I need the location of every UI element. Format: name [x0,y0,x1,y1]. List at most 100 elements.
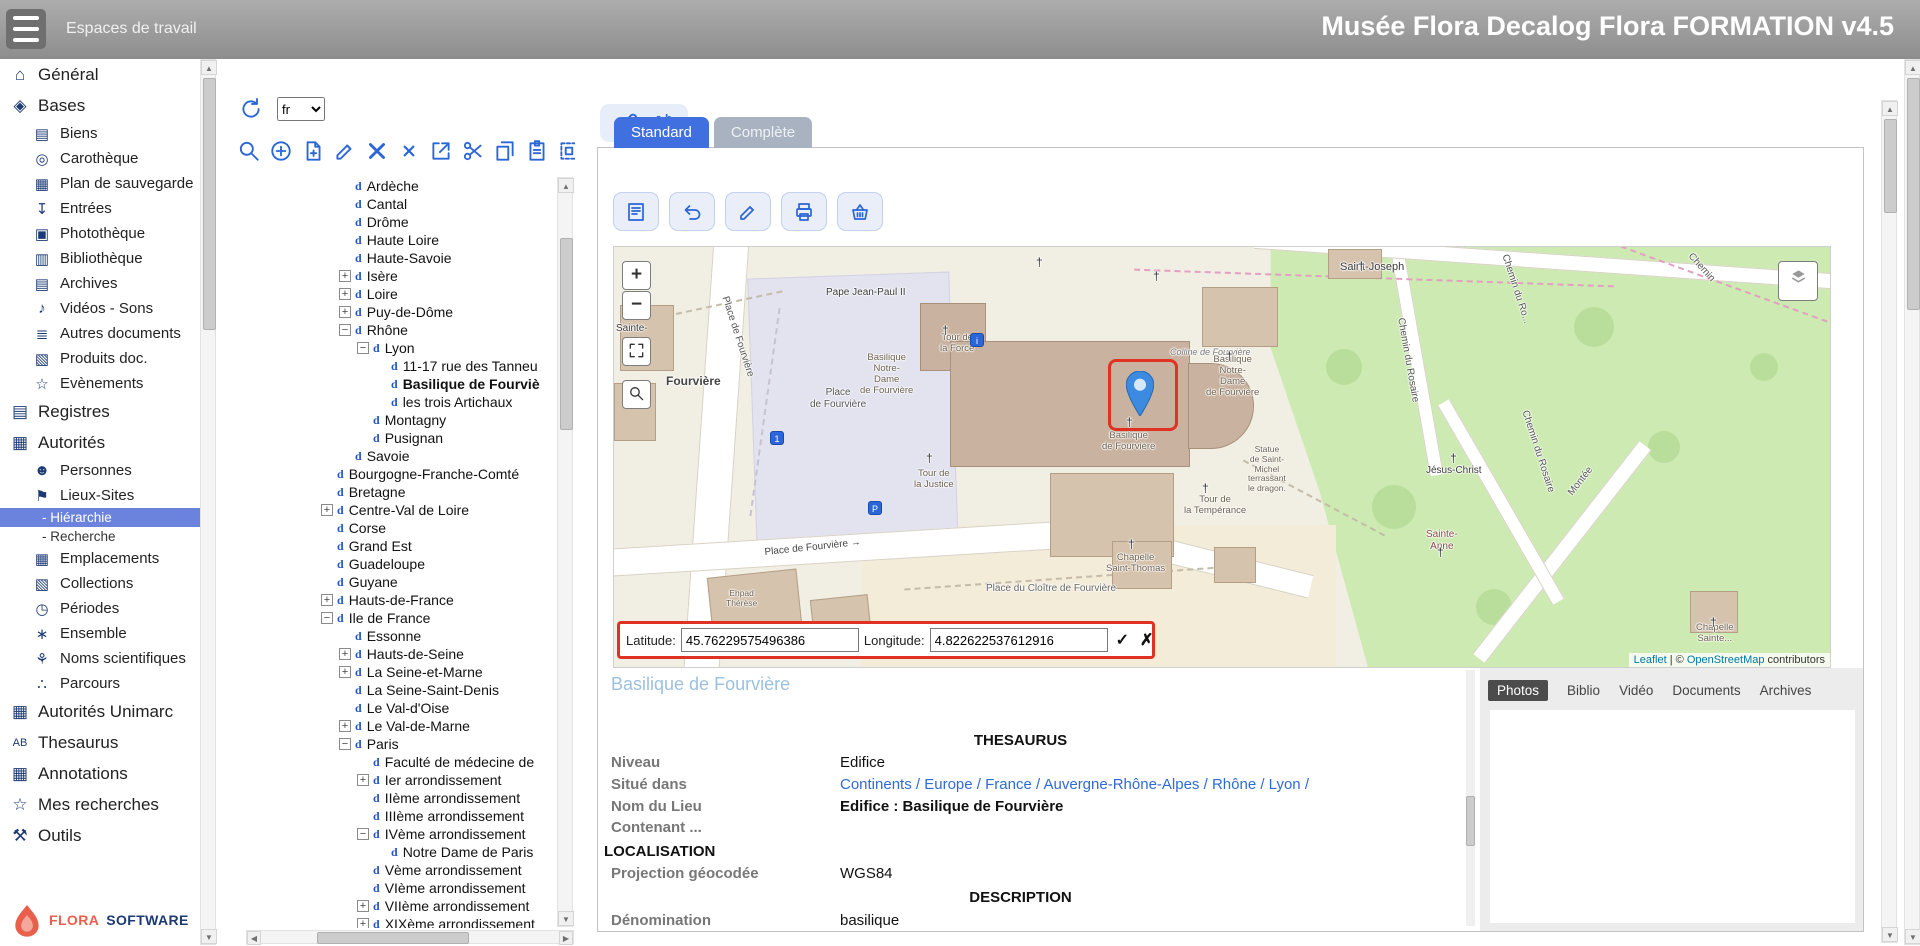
sidebar-item-videos-sons[interactable]: ♪Vidéos - Sons [0,296,200,321]
tree-item[interactable]: dCantal [217,195,555,213]
media-tab-photos[interactable]: Photos [1488,680,1548,701]
sidebar-item-ensemble[interactable]: ∗Ensemble [0,621,200,646]
tree-item[interactable]: dVème arrondissement [217,861,555,879]
sidebar-item-phototheque[interactable]: ▣Photothèque [0,221,200,246]
tree-item[interactable]: dMontagny [217,411,555,429]
fullscreen-button[interactable] [622,337,651,366]
expand-toggle-icon[interactable]: − [321,612,333,624]
basket-button[interactable] [837,192,883,231]
export-icon[interactable] [429,139,453,163]
tree-item[interactable]: dEssonne [217,627,555,645]
refresh-icon[interactable] [239,97,263,121]
expand-toggle-icon[interactable]: + [339,288,351,300]
sidebar-item-outils[interactable]: ⚒Outils [0,820,200,851]
sidebar-item-mes-recherches[interactable]: ☆Mes recherches [0,789,200,820]
tree-item[interactable]: +dPuy-de-Dôme [217,303,555,321]
tree-item[interactable]: dGuyane [217,573,555,591]
hamburger-menu-icon[interactable] [6,9,46,49]
tree-item[interactable]: dBretagne [217,483,555,501]
sidebar-item-lieux-sites[interactable]: ⚑Lieux-Sites [0,483,200,508]
sidebar-item-annotations[interactable]: ▦Annotations [0,758,200,789]
expand-toggle-icon[interactable]: − [357,342,369,354]
expand-toggle-icon[interactable]: − [357,828,369,840]
sidebar-item-bases[interactable]: ◈Bases [0,90,200,121]
tree-item[interactable]: +dVIIème arrondissement [217,897,555,915]
zoom-in-button[interactable]: + [622,261,651,290]
content-scrollbar[interactable]: ▲ ▼ [1881,100,1897,943]
tree-item[interactable]: dCorse [217,519,555,537]
sidebar-item-carotheque[interactable]: ◎Carothèque [0,146,200,171]
tree-item[interactable]: +dHauts-de-France [217,591,555,609]
tree-item[interactable]: −dIVème arrondissement [217,825,555,843]
expand-toggle-icon[interactable]: + [339,648,351,660]
sidebar-item-emplacements[interactable]: ▦Emplacements [0,546,200,571]
cut-scissors-icon[interactable] [461,139,485,163]
tree-item[interactable]: dHaute Loire [217,231,555,249]
tree-item[interactable]: dVIème arrondissement [217,879,555,897]
tree-item[interactable]: +dHauts-de-Seine [217,645,555,663]
sidebar-item-bibliotheque[interactable]: ▥Bibliothèque [0,246,200,271]
tree-item[interactable]: −dRhône [217,321,555,339]
osm-link[interactable]: OpenStreetMap [1687,654,1765,666]
paste-icon[interactable] [525,139,549,163]
tree-item[interactable]: −dLyon [217,339,555,357]
tree-item[interactable]: −dIle de France [217,609,555,627]
tree-horizontal-scrollbar[interactable]: ◀ ▶ [246,930,574,944]
confirm-coordinates-button[interactable]: ✓ [1113,630,1132,650]
tab-standard[interactable]: Standard [614,117,709,148]
sidebar-item-thesaurus[interactable]: ABThesaurus [0,727,200,758]
expand-toggle-icon[interactable]: + [339,270,351,282]
sidebar-item-entrees[interactable]: ↧Entrées [0,196,200,221]
expand-toggle-icon[interactable]: + [321,504,333,516]
expand-toggle-icon[interactable]: − [339,738,351,750]
tree-item[interactable]: +dXIXème arrondissement [217,915,555,928]
expand-toggle-icon[interactable]: + [357,900,369,912]
tree-item[interactable]: dDrôme [217,213,555,231]
tree-item[interactable]: dPusignan [217,429,555,447]
detail-scrollbar[interactable] [1466,670,1475,926]
tree-item[interactable]: dNotre Dame de Paris [217,843,555,861]
media-tab-biblio[interactable]: Biblio [1567,683,1600,698]
expand-toggle-icon[interactable]: − [339,324,351,336]
tree-item[interactable]: +dIsère [217,267,555,285]
tree-item[interactable]: −dParis [217,735,555,753]
tree-item[interactable]: dIIIème arrondissement [217,807,555,825]
expand-toggle-icon[interactable]: + [321,594,333,606]
map-search-button[interactable] [622,380,651,409]
sidebar-item-plan-de-sauvegarde[interactable]: ▦Plan de sauvegarde [0,171,200,196]
tree-item[interactable]: dHaute-Savoie [217,249,555,267]
sidebar-item-personnes[interactable]: ☻Personnes [0,458,200,483]
tree-item[interactable]: dIIème arrondissement [217,789,555,807]
search-icon[interactable] [237,139,261,163]
breadcrumb-link[interactable]: France [985,776,1032,793]
print-button[interactable] [781,192,827,231]
tree-item[interactable]: dles trois Artichaux [217,393,555,411]
tree-item[interactable]: +dIer arrondissement [217,771,555,789]
cancel-coordinates-button[interactable]: ✗ [1137,630,1156,650]
breadcrumb-link[interactable]: Europe [924,776,972,793]
add-circle-icon[interactable] [269,139,293,163]
sidebar-item-collections[interactable]: ▧Collections [0,571,200,596]
expand-toggle-icon[interactable]: + [357,918,369,928]
tab-complete[interactable]: Complète [714,117,812,148]
sidebar-item-parcours[interactable]: ∴Parcours [0,671,200,696]
zoom-out-button[interactable]: − [622,291,651,320]
sidebar-item-hierarchie[interactable]: - Hiérarchie [0,508,200,527]
tree-item[interactable]: dArdèche [217,177,555,195]
layers-button[interactable] [1778,261,1818,301]
sidebar-item-recherche[interactable]: - Recherche [0,527,200,546]
expand-toggle-icon[interactable]: + [357,774,369,786]
media-tab-archives[interactable]: Archives [1760,683,1812,698]
expand-toggle-icon[interactable]: + [339,666,351,678]
remove-x-icon[interactable] [397,139,421,163]
sidebar-scrollbar[interactable]: ▲ ▼ [200,59,216,945]
new-document-icon[interactable] [301,139,325,163]
sidebar-item-archives[interactable]: ▤Archives [0,271,200,296]
sidebar-item-autorites[interactable]: ▦Autorités [0,427,200,458]
breadcrumb-link[interactable]: Continents [840,776,912,793]
sidebar-item-produits-doc[interactable]: ▧Produits doc. [0,346,200,371]
media-tab-vidéo[interactable]: Vidéo [1619,683,1653,698]
breadcrumb-link[interactable]: Rhône [1212,776,1256,793]
sidebar-item-autorites-unimarc[interactable]: ▦Autorités Unimarc [0,696,200,727]
leaflet-link[interactable]: Leaflet [1634,654,1667,666]
